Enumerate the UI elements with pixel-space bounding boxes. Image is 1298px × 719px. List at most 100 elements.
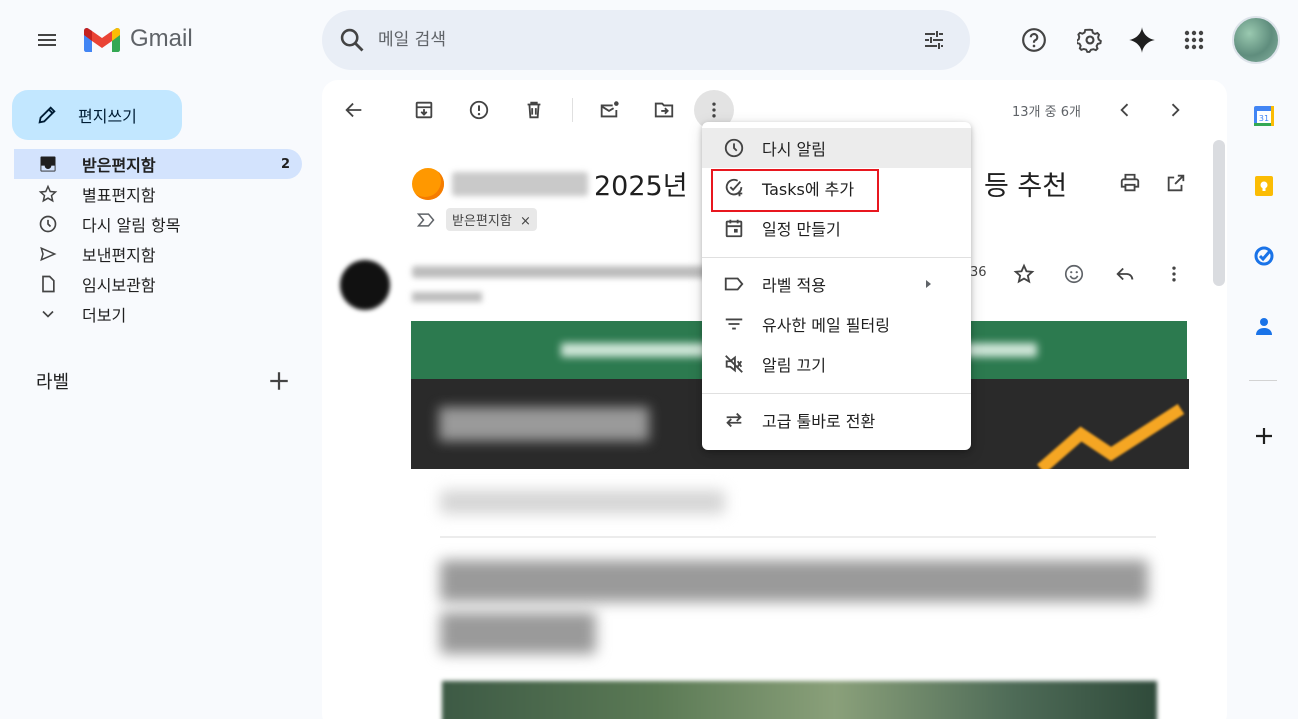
emoji-react-button[interactable]	[1054, 254, 1094, 294]
menu-item-label: 알림 끄기	[762, 356, 826, 375]
main-menu-button[interactable]	[27, 20, 67, 60]
send-icon	[36, 244, 60, 264]
menu-item-label: 고급 툴바로 전환	[762, 412, 876, 431]
tune-icon	[925, 31, 943, 49]
star-icon	[1013, 263, 1035, 284]
orange-circle-emoji	[412, 167, 444, 200]
calendar-event-icon	[722, 217, 746, 239]
importance-marker-icon[interactable]	[416, 211, 436, 229]
search-options-button[interactable]	[914, 20, 954, 60]
article-image	[442, 681, 1157, 719]
keep-app-button[interactable]	[1246, 168, 1282, 204]
more-vert-icon	[1172, 266, 1176, 282]
report-spam-button[interactable]	[459, 90, 499, 130]
sidebar-item-label: 임시보관함	[82, 276, 156, 295]
reply-button[interactable]	[1105, 254, 1145, 294]
archive-icon	[415, 101, 433, 119]
open-in-new-window-button[interactable]	[1156, 163, 1196, 203]
filter-icon	[722, 313, 746, 335]
google-contacts-icon	[1256, 318, 1272, 335]
archive-button[interactable]	[404, 90, 444, 130]
older-button[interactable]	[1155, 90, 1195, 130]
open-external-icon	[1167, 174, 1185, 192]
subject-visible-text: 2025년	[594, 171, 688, 202]
plus-icon	[270, 372, 288, 390]
scrollbar[interactable]	[1213, 140, 1225, 286]
calendar-app-button[interactable]: 31	[1246, 98, 1282, 134]
mute-icon	[722, 353, 746, 375]
create-label-button[interactable]	[264, 366, 294, 396]
menu-item-mute[interactable]: 알림 끄기	[702, 344, 971, 384]
menu-item-create-event[interactable]: 일정 만들기	[702, 208, 971, 248]
submenu-arrow-icon	[923, 279, 933, 289]
apps-grid-icon	[1184, 30, 1204, 50]
menu-item-snooze[interactable]: 다시 알림	[702, 128, 971, 168]
search-icon[interactable]	[338, 26, 366, 54]
sidebar-item-drafts[interactable]: 임시보관함	[14, 269, 302, 299]
sparkle-icon	[1129, 27, 1155, 53]
gear-icon	[1077, 28, 1102, 53]
help-button[interactable]	[1014, 20, 1054, 60]
subject-tail: 등 추천	[984, 171, 1068, 202]
redacted-sender-name	[452, 171, 588, 196]
compose-button[interactable]: 편지쓰기	[12, 90, 182, 140]
sidebar-item-more[interactable]: 더보기	[14, 299, 302, 329]
unread-count: 2	[280, 156, 290, 172]
get-addons-button[interactable]	[1246, 418, 1282, 454]
print-icon	[1120, 173, 1140, 192]
gemini-button[interactable]	[1122, 20, 1162, 60]
menu-item-filter-similar[interactable]: 유사한 메일 필터링	[702, 304, 971, 344]
gmail-logo[interactable]: Gmail	[82, 24, 193, 54]
label-chip-text: 받은편지함	[452, 214, 512, 229]
more-vert-icon	[712, 102, 716, 118]
google-calendar-icon: 31	[1254, 106, 1274, 126]
search-bar[interactable]	[322, 10, 970, 70]
star-button[interactable]	[1004, 254, 1044, 294]
account-avatar[interactable]	[1232, 16, 1280, 64]
apps-button[interactable]	[1174, 20, 1214, 60]
trash-icon	[527, 101, 541, 119]
sidebar-item-inbox[interactable]: 받은편지함 2	[14, 149, 302, 179]
menu-item-label: 일정 만들기	[762, 220, 841, 239]
delete-button[interactable]	[514, 90, 554, 130]
google-keep-icon	[1255, 176, 1273, 196]
sidebar-item-label: 별표편지함	[82, 186, 156, 205]
chevron-left-icon	[1120, 103, 1129, 117]
side-panel-divider	[1249, 380, 1277, 381]
help-icon	[1022, 28, 1046, 52]
email-time-fragment: 36	[970, 265, 987, 280]
blurred-headline-line2	[440, 612, 596, 654]
label-icon	[722, 273, 746, 295]
redacted-sender-info	[412, 266, 712, 278]
inbox-label-chip: 받은편지함 ×	[446, 208, 537, 231]
clock-icon	[36, 214, 60, 234]
sidebar-item-snoozed[interactable]: 다시 알림 항목	[14, 209, 302, 239]
menu-item-apply-label[interactable]: 라벨 적용	[702, 264, 971, 304]
contacts-app-button[interactable]	[1246, 308, 1282, 344]
highlight-box	[711, 169, 879, 212]
move-to-button[interactable]	[644, 90, 684, 130]
sidebar-item-label: 다시 알림 항목	[82, 216, 181, 235]
app-name: Gmail	[130, 25, 193, 52]
move-to-folder-icon	[654, 102, 674, 118]
menu-item-label: 유사한 메일 필터링	[762, 316, 890, 335]
sidebar-item-starred[interactable]: 별표편지함	[14, 179, 302, 209]
menu-item-label: 라벨 적용	[762, 276, 826, 295]
sidebar-item-label: 받은편지함	[82, 156, 156, 175]
pager-text: 13개 중 6개	[1012, 105, 1081, 120]
menu-divider	[702, 393, 971, 394]
mark-unread-button[interactable]	[589, 90, 629, 130]
print-button[interactable]	[1110, 163, 1150, 203]
remove-label-button[interactable]: ×	[520, 214, 531, 229]
menu-item-switch-toolbar[interactable]: 고급 툴바로 전환	[702, 400, 971, 440]
compose-label: 편지쓰기	[78, 107, 137, 126]
tasks-app-button[interactable]	[1246, 238, 1282, 274]
message-more-button[interactable]	[1154, 254, 1194, 294]
search-input[interactable]	[378, 24, 898, 56]
newer-button[interactable]	[1105, 90, 1145, 130]
sidebar-item-sent[interactable]: 보낸편지함	[14, 239, 302, 269]
inbox-icon	[36, 154, 60, 174]
sender-avatar[interactable]	[340, 260, 390, 310]
back-button[interactable]	[334, 90, 374, 130]
settings-button[interactable]	[1070, 20, 1110, 60]
